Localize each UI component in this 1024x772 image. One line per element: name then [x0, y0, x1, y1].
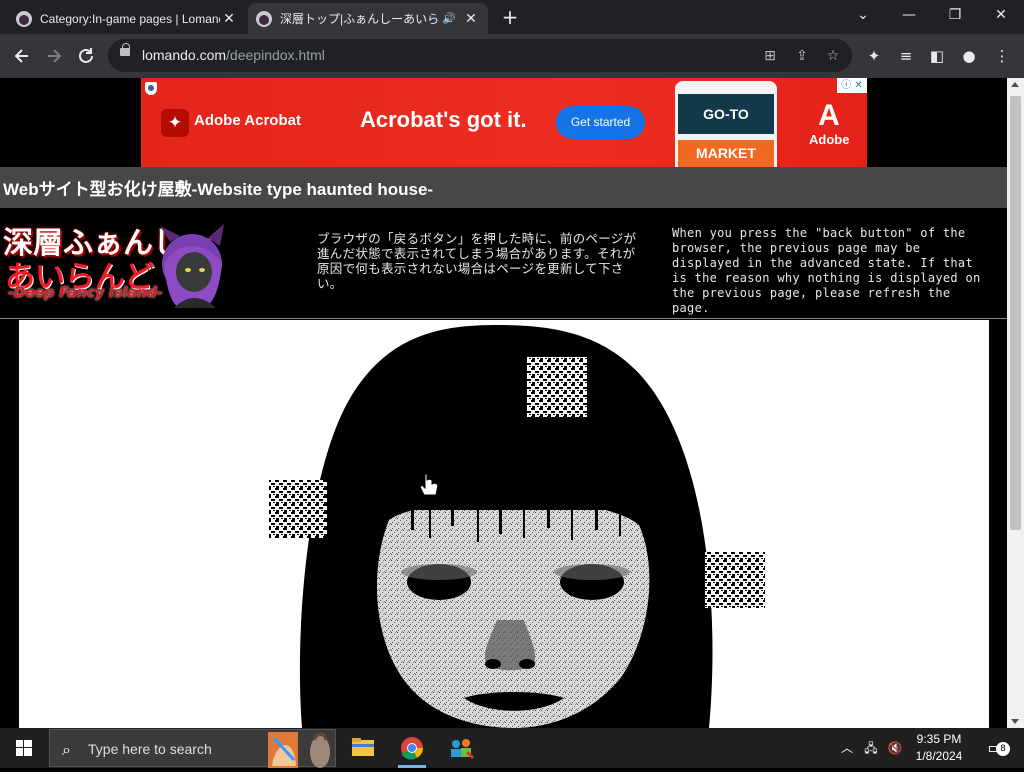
audio-playing-icon[interactable]: 🔊 [440, 12, 458, 25]
network-people-icon [451, 739, 475, 760]
tab-search-button[interactable]: ⌄ [840, 0, 886, 30]
back-arrow-icon [14, 49, 28, 63]
restore-button[interactable]: ❐ [932, 0, 978, 30]
tab-close-icon[interactable]: ✕ [220, 11, 238, 27]
windows-taskbar: ⌕ Type here to search ︿ 🖧 🔇 9:35 PM 1/8/… [0, 728, 1024, 768]
tab-strip: Category:In-game pages | Lomando ✕ 深層トップ… [0, 0, 1024, 34]
site-logo[interactable]: 深層ふぁんしー あいらんど -Deep Fancy Island- [0, 214, 236, 310]
ad-phone-graphic: GO-TO MARKET [675, 81, 777, 167]
search-icon: ⌕ [62, 740, 71, 759]
acrobat-logo-icon [161, 109, 189, 137]
folder-icon [352, 738, 374, 756]
side-panel-icon[interactable]: ◧ [926, 45, 948, 67]
url-path: /deepindox.html [226, 47, 325, 63]
scrollbar-thumb[interactable] [1010, 96, 1021, 530]
ghost-face-image [269, 325, 765, 728]
tab-category-in-game-pages[interactable]: Category:In-game pages | Lomando ✕ [8, 3, 246, 34]
windows-logo-icon [16, 740, 32, 756]
tab-close-icon[interactable]: ✕ [462, 11, 480, 27]
network-icon[interactable]: 🖧 [860, 728, 882, 768]
share-icon[interactable]: ⇪ [792, 46, 812, 66]
notice-english: When you press the "back button" of the … [672, 226, 981, 315]
site-header-title: Webサイト型お化け屋敷-Website type haunted house- [3, 180, 434, 199]
ad-phone-bottom-text: MARKET [678, 140, 774, 167]
search-placeholder: Type here to search [88, 741, 212, 757]
ad-headline: Acrobat's got it. [360, 107, 527, 132]
site-favicon-icon [16, 10, 32, 27]
app-taskbar-button[interactable] [437, 728, 485, 768]
puzzle-icon[interactable]: ✦ [863, 45, 885, 67]
tab-deep-top[interactable]: 深層トップ|ふぁんしーあいらんど 🔊 ✕ [248, 3, 488, 34]
logo-line-3: -Deep Fancy Island- [8, 285, 163, 301]
url-text[interactable]: lomando.com/deepindox.html [142, 47, 325, 63]
site-header-bar: Webサイト型お化け屋敷-Website type haunted house- [0, 167, 1007, 208]
profile-icon[interactable]: ● [958, 45, 980, 67]
adchoices-icon[interactable]: ⓘ ✕ [837, 78, 867, 93]
adobe-logo-word: Adobe [809, 132, 850, 147]
mascot-image [160, 224, 224, 308]
browser-toolbar: lomando.com/deepindox.html ⊞ ⇪ ☆ ✦ ≡ ◧ ●… [0, 34, 1024, 78]
ad-brand: Adobe Acrobat [194, 112, 301, 129]
header-divider [0, 318, 1007, 319]
file-explorer-taskbar-button[interactable] [339, 728, 387, 768]
new-tab-button[interactable]: + [498, 6, 522, 28]
media-queue-icon[interactable]: ≡ [895, 45, 917, 67]
taskbar-clock[interactable]: 9:35 PM 1/8/2024 [900, 731, 978, 765]
page-viewport: Adobe Acrobat Acrobat's got it. Get star… [0, 78, 1007, 728]
reload-icon [79, 48, 93, 63]
ad-shield-icon [145, 82, 157, 95]
show-hidden-icons-icon[interactable]: ︿ [838, 728, 856, 768]
reload-button[interactable] [72, 42, 100, 70]
adobe-logo-icon: A [818, 99, 840, 132]
kebab-menu-icon[interactable]: ⋮ [991, 45, 1013, 67]
notification-center-button[interactable]: ▭ 8 [980, 728, 1010, 768]
taskbar-search[interactable]: ⌕ Type here to search [49, 729, 336, 768]
clock-time: 9:35 PM [916, 732, 962, 746]
haunted-image-area[interactable] [19, 320, 989, 728]
start-button[interactable] [0, 728, 48, 768]
search-highlight-image [268, 732, 330, 768]
star-icon[interactable]: ☆ [823, 46, 843, 66]
close-window-button[interactable]: ✕ [978, 0, 1024, 30]
clock-date: 1/8/2024 [915, 749, 963, 763]
translate-icon[interactable]: ⊞ [760, 46, 780, 66]
forward-button[interactable] [40, 42, 68, 70]
lock-icon[interactable] [120, 43, 130, 56]
scroll-up-arrow-icon[interactable] [1011, 82, 1019, 87]
page-scrollbar[interactable] [1007, 78, 1024, 728]
adobe-logo: A Adobe [809, 99, 850, 148]
address-bar[interactable]: lomando.com/deepindox.html ⊞ ⇪ ☆ [108, 39, 852, 72]
site-favicon-icon [256, 10, 272, 27]
minimize-button[interactable]: — [886, 0, 932, 30]
scroll-down-arrow-icon[interactable] [1011, 719, 1019, 724]
forward-arrow-icon [48, 49, 62, 63]
ad-phone-top-text: GO-TO [678, 94, 774, 134]
tab-title: Category:In-game pages | Lomando [40, 11, 220, 26]
glitch-glyph-left [269, 480, 327, 538]
url-domain: lomando.com [142, 47, 227, 63]
tab-title: 深層トップ|ふぁんしーあいらんど [280, 12, 440, 26]
ad-get-started-button[interactable]: Get started [556, 106, 645, 139]
glitch-glyph-top [527, 357, 587, 417]
notice-japanese: ブラウザの「戻るボタン」を押した時に、前のページが進んだ状態で表示されてしまう場… [317, 231, 637, 291]
notification-count: 8 [996, 742, 1010, 756]
ad-banner[interactable]: Adobe Acrobat Acrobat's got it. Get star… [141, 78, 867, 167]
chrome-icon [401, 737, 423, 760]
chrome-taskbar-button[interactable] [388, 728, 436, 768]
back-button[interactable] [8, 42, 36, 70]
glitch-glyph-right [705, 552, 765, 608]
